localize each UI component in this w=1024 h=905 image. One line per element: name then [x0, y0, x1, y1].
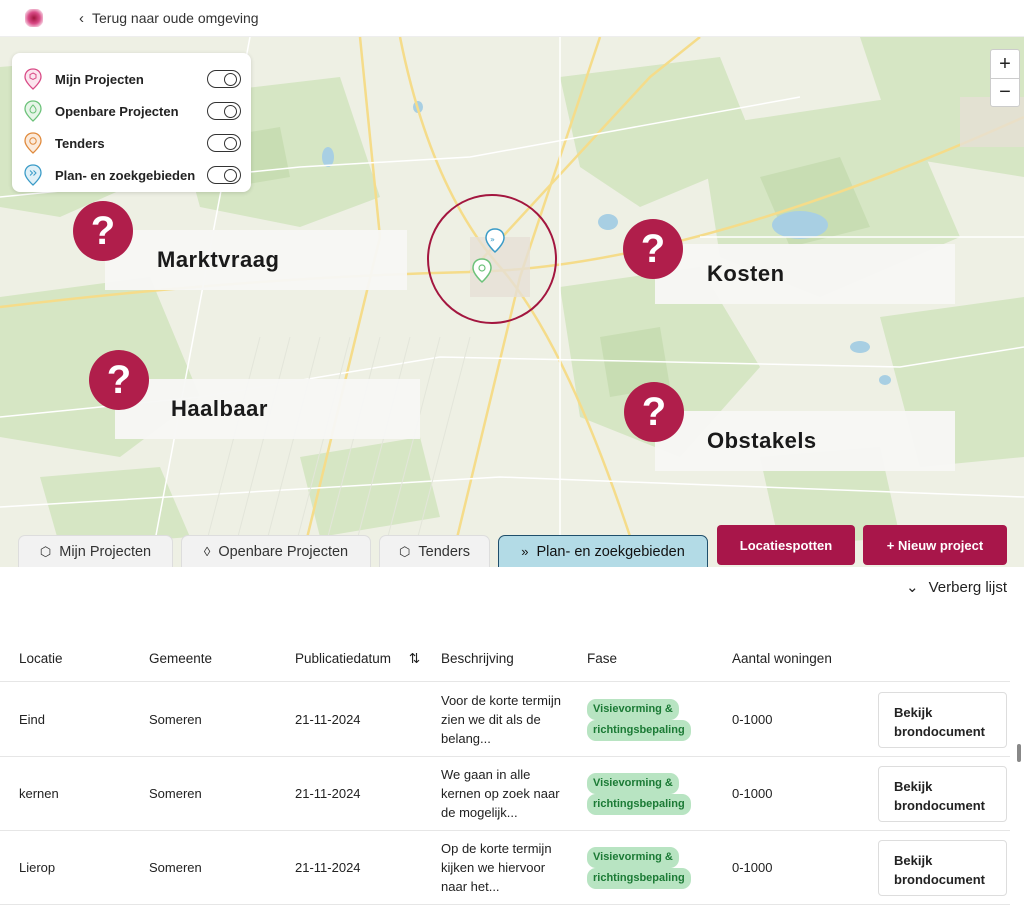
cell-woningen: 0-1000 [732, 712, 773, 727]
hexagon-icon: ⬡ [399, 543, 411, 559]
zoom-out-button[interactable]: − [991, 78, 1019, 106]
column-header-fase[interactable]: Fase [587, 651, 617, 666]
tab-label: Mijn Projecten [59, 543, 152, 560]
top-bar: ‹ Terug naar oude omgeving [0, 0, 1024, 37]
tab-tenders[interactable]: ⬡ Tenders [379, 535, 490, 567]
column-header-aantal-woningen[interactable]: Aantal woningen [732, 651, 832, 666]
question-card-obstakels: Obstakels [655, 411, 955, 471]
cell-locatie: kernen [19, 786, 59, 801]
legend-label: Tenders [55, 135, 105, 151]
phase-line-2: richtingsbepaling [587, 719, 691, 741]
phase-badge: Visievorming & richtingsbepaling [587, 772, 691, 815]
column-header-label: Publicatiedatum [295, 650, 392, 666]
cell-beschrijving: Voor de korte termijn zien we dit als de… [441, 693, 561, 746]
cell-datum: 21-11-2024 [295, 860, 361, 875]
cell-locatie: Eind [19, 712, 46, 727]
cube-pin-icon [24, 68, 42, 90]
drop-icon: ◊ [203, 544, 211, 559]
phase-line-2: richtingsbepaling [587, 793, 691, 815]
locatiespotten-button[interactable]: Locatiespotten [717, 525, 855, 565]
table-header: Locatie Gemeente Publicatiedatum ⇅ Besch… [0, 636, 1010, 682]
question-icon: ? [624, 382, 684, 442]
new-project-button[interactable]: + Nieuw project [863, 525, 1007, 565]
question-card-kosten: Kosten [655, 244, 955, 304]
scrollbar-thumb[interactable] [1017, 744, 1021, 762]
cell-woningen: 0-1000 [732, 786, 773, 801]
tab-mijn-projecten[interactable]: ⬡ Mijn Projecten [18, 535, 173, 567]
column-header-publicatiedatum[interactable]: Publicatiedatum ⇅ [295, 651, 420, 667]
tab-label: Openbare Projecten [218, 543, 349, 560]
question-card-marktvraag: Marktvraag [105, 230, 407, 290]
phase-line-1: Visievorming & [587, 846, 679, 868]
legend-label: Mijn Projecten [55, 71, 144, 87]
chevron-left-icon: ‹ [79, 9, 84, 27]
legend-row-openbare-projecten: Openbare Projecten [24, 95, 241, 127]
zoom-control: + − [990, 49, 1020, 107]
layer-legend: Mijn Projecten Openbare Projecten Tender… [12, 53, 251, 192]
tab-plan-zoekgebieden[interactable]: » Plan- en zoekgebieden [498, 535, 708, 567]
legend-label: Plan- en zoekgebieden [55, 167, 196, 183]
legend-label: Openbare Projecten [55, 103, 179, 119]
legend-row-mijn-projecten: Mijn Projecten [24, 63, 241, 95]
question-icon: ? [73, 201, 133, 261]
question-card-haalbaar: Haalbaar [115, 379, 420, 439]
cell-datum: 21-11-2024 [295, 712, 361, 727]
legend-row-tenders: Tenders [24, 127, 241, 159]
toggle-mijn-projecten[interactable] [207, 70, 241, 88]
question-label: Kosten [707, 261, 785, 286]
back-to-old-environment-link[interactable]: ‹ Terug naar oude omgeving [79, 10, 259, 27]
cube-icon: ⬡ [39, 543, 52, 559]
column-header-locatie[interactable]: Locatie [19, 651, 63, 666]
cell-gemeente: Someren [149, 786, 202, 801]
cell-beschrijving: We gaan in alle kernen op zoek naar de m… [441, 767, 560, 820]
focus-circle [427, 194, 557, 324]
view-source-document-button[interactable]: Bekijk brondocument [878, 839, 1007, 896]
app-logo[interactable] [25, 9, 43, 27]
cell-locatie: Lierop [19, 860, 56, 875]
map-view[interactable]: » + − Mijn Projecten Openbare Projecten [0, 37, 1024, 567]
toggle-plan-zoekgebieden[interactable] [207, 166, 241, 184]
phase-badge: Visievorming & richtingsbepaling [587, 846, 691, 889]
cell-beschrijving: Op de korte termijn kijken we hiervoor n… [441, 841, 552, 894]
question-label: Haalbaar [171, 396, 268, 421]
chevrons-icon: » [521, 544, 529, 559]
hex-pin-icon [24, 132, 42, 154]
phase-line-1: Visievorming & [587, 772, 679, 794]
drop-pin-icon [24, 100, 42, 122]
cell-datum: 21-11-2024 [295, 786, 361, 801]
column-header-gemeente[interactable]: Gemeente [149, 651, 212, 666]
column-header-beschrijving[interactable]: Beschrijving [441, 649, 571, 668]
question-icon: ? [89, 350, 149, 410]
toggle-openbare-projecten[interactable] [207, 102, 241, 120]
tab-label: Tenders [418, 543, 470, 560]
tab-label: Plan- en zoekgebieden [536, 543, 685, 560]
zoom-in-button[interactable]: + [991, 50, 1019, 78]
legend-row-plan-zoekgebieden: Plan- en zoekgebieden [24, 159, 241, 191]
question-label: Marktvraag [157, 247, 280, 272]
table-row[interactable]: Lierop Someren 21-11-2024 Op de korte te… [0, 831, 1010, 905]
back-link-label: Terug naar oude omgeving [92, 10, 259, 26]
sort-icon[interactable]: ⇅ [409, 651, 420, 666]
phase-line-1: Visievorming & [587, 698, 679, 720]
phase-line-2: richtingsbepaling [587, 867, 691, 889]
toggle-tenders[interactable] [207, 134, 241, 152]
chevron-down-icon: ⌄ [906, 579, 919, 596]
cell-gemeente: Someren [149, 712, 202, 727]
phase-badge: Visievorming & richtingsbepaling [587, 698, 691, 741]
hide-list-label: Verberg lijst [928, 578, 1007, 596]
view-source-document-button[interactable]: Bekijk brondocument [878, 691, 1007, 748]
question-label: Obstakels [707, 428, 817, 453]
table-row[interactable]: kernen Someren 21-11-2024 We gaan in all… [0, 757, 1010, 831]
tab-openbare-projecten[interactable]: ◊ Openbare Projecten [181, 535, 371, 567]
cell-woningen: 0-1000 [732, 860, 773, 875]
view-source-document-button[interactable]: Bekijk brondocument [878, 765, 1007, 822]
cell-gemeente: Someren [149, 860, 202, 875]
question-icon: ? [623, 219, 683, 279]
table-row[interactable]: Eind Someren 21-11-2024 Voor de korte te… [0, 683, 1010, 757]
hide-list-toggle[interactable]: ⌄ Verberg lijst [906, 578, 1007, 597]
chevrons-pin-icon [24, 164, 42, 186]
